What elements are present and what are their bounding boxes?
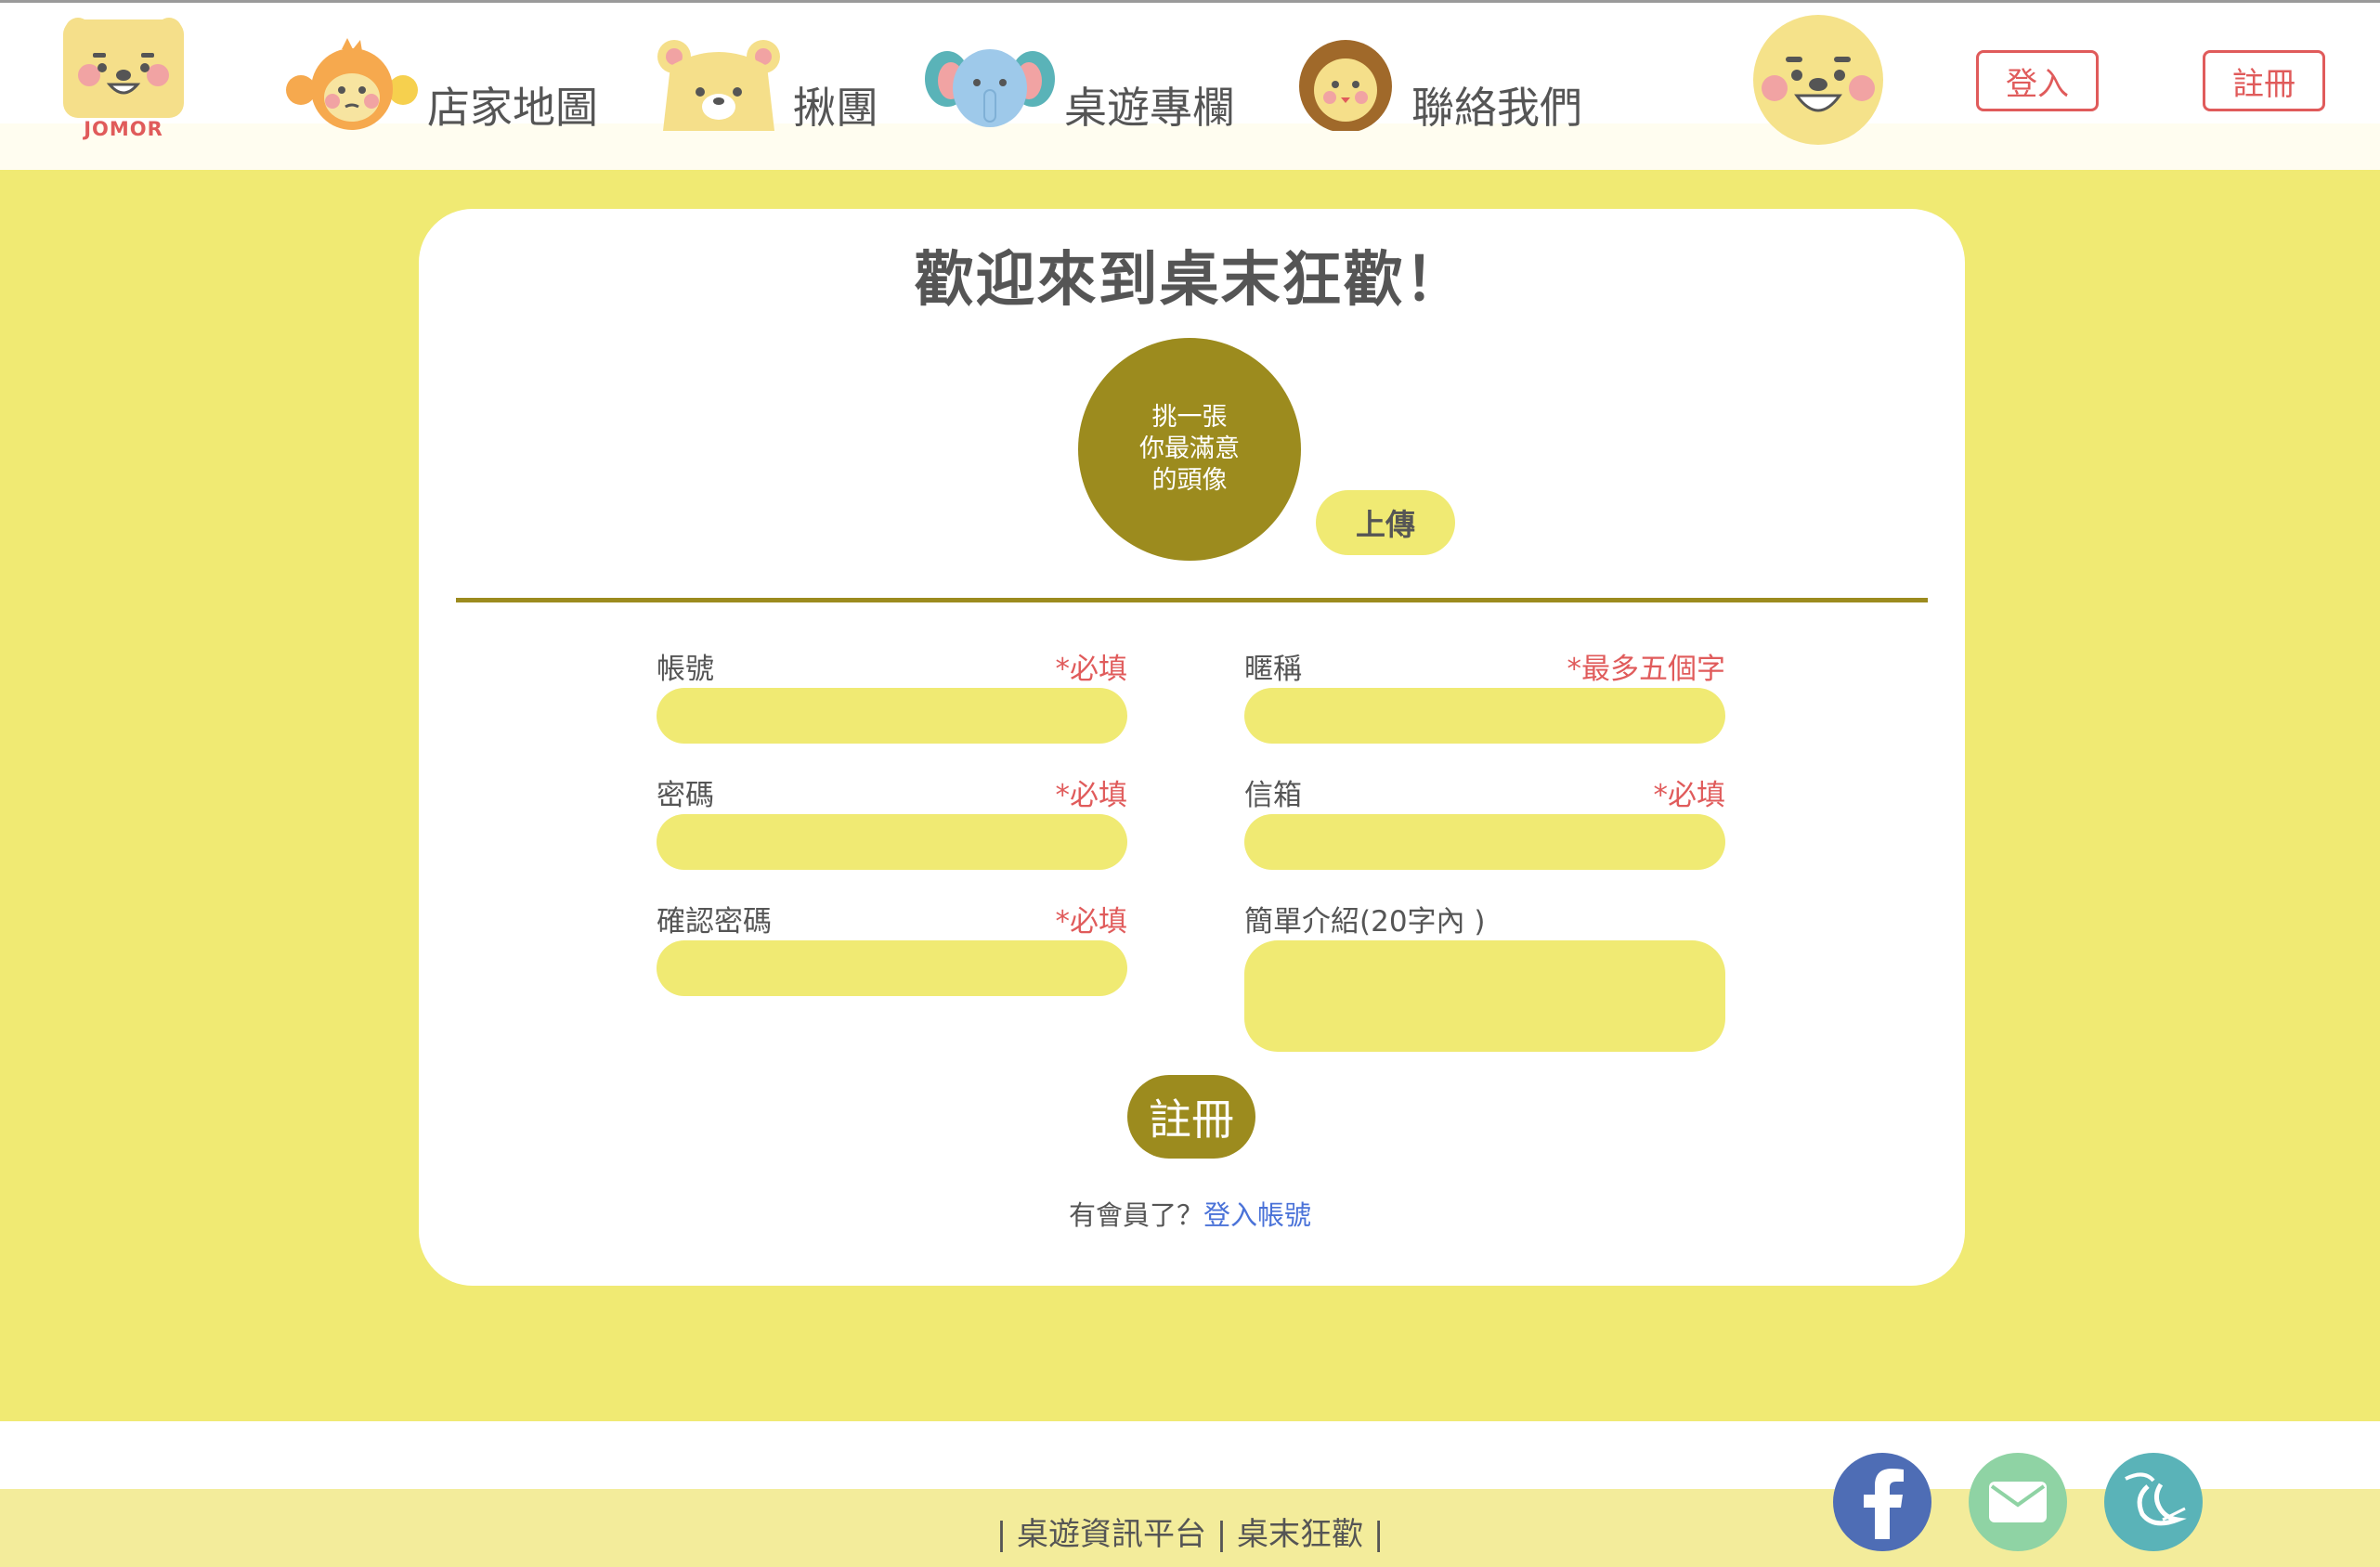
logo[interactable]: JOMOR <box>61 18 186 142</box>
password-input[interactable] <box>657 814 1127 870</box>
header: JOMOR 店家地圖 揪團 桌遊專欄 聯絡我們 登入 註冊 <box>0 3 2380 170</box>
avatar-prompt-line: 挑一張 <box>1151 403 1228 432</box>
nickname-limit-note: *最多五個字 <box>1567 653 1726 686</box>
mail-link[interactable] <box>1969 1453 2067 1551</box>
nav-item-group-up[interactable]: 揪團 <box>654 29 878 131</box>
intro-label: 簡單介紹(20字內 ) <box>1244 905 1486 939</box>
confirm-password-label: 確認密碼 <box>657 905 772 939</box>
account-input[interactable] <box>657 688 1127 744</box>
account-required-note: *必填 <box>1055 653 1128 686</box>
avatar-prompt-line: 的頭像 <box>1151 466 1228 495</box>
avatar-prompt-line: 你最滿意 <box>1139 434 1240 463</box>
swan-icon <box>2125 1472 2187 1526</box>
user-avatar[interactable] <box>1752 14 1884 146</box>
intro-textarea[interactable] <box>1244 940 1725 1052</box>
mail-icon <box>1989 1482 2047 1522</box>
confirm-password-input[interactable] <box>657 940 1127 996</box>
monkey-icon <box>286 38 418 130</box>
login-prompt: 有會員了？登入帳號 <box>0 1194 2380 1233</box>
logo-text: JOMOR <box>84 118 163 140</box>
nickname-label: 暱稱 <box>1244 653 1302 686</box>
bear-icon <box>657 40 780 131</box>
page-title: 歡迎來到桌末狂歡！ <box>914 246 1466 315</box>
divider <box>456 598 1928 602</box>
nav-item-board-game-column[interactable]: 桌遊專欄 <box>925 29 1235 131</box>
nickname-input[interactable] <box>1244 688 1725 744</box>
confirm-password-required-note: *必填 <box>1055 905 1128 939</box>
nav-item-contact-us[interactable]: 聯絡我們 <box>1289 29 1582 131</box>
avatar-picker[interactable]: 挑一張 你最滿意 的頭像 <box>1078 338 1301 561</box>
nav-label: 聯絡我們 <box>1411 83 1582 133</box>
nav-label: 桌遊專欄 <box>1064 83 1235 133</box>
submit-register-button[interactable]: 註冊 <box>1127 1075 1255 1159</box>
nav-label: 店家地圖 <box>427 83 598 133</box>
elephant-icon <box>925 49 1055 127</box>
email-required-note: *必填 <box>1653 779 1726 812</box>
password-required-note: *必填 <box>1055 779 1128 812</box>
nav-item-store-map[interactable]: 店家地圖 <box>286 29 598 131</box>
upload-button[interactable]: 上傳 <box>1316 490 1455 555</box>
swan-link[interactable] <box>2104 1453 2203 1551</box>
lion-icon <box>1299 40 1392 131</box>
register-button[interactable]: 註冊 <box>2203 50 2325 111</box>
account-label: 帳號 <box>657 653 714 686</box>
login-prompt-text: 有會員了？ <box>1068 1199 1203 1231</box>
nav-label: 揪團 <box>793 83 878 133</box>
login-link[interactable]: 登入帳號 <box>1203 1199 1311 1231</box>
password-label: 密碼 <box>657 779 714 812</box>
facebook-icon <box>1864 1469 1904 1539</box>
facebook-link[interactable] <box>1833 1453 1931 1551</box>
email-label: 信箱 <box>1244 779 1302 812</box>
login-button[interactable]: 登入 <box>1976 50 2099 111</box>
email-input[interactable] <box>1244 814 1725 870</box>
